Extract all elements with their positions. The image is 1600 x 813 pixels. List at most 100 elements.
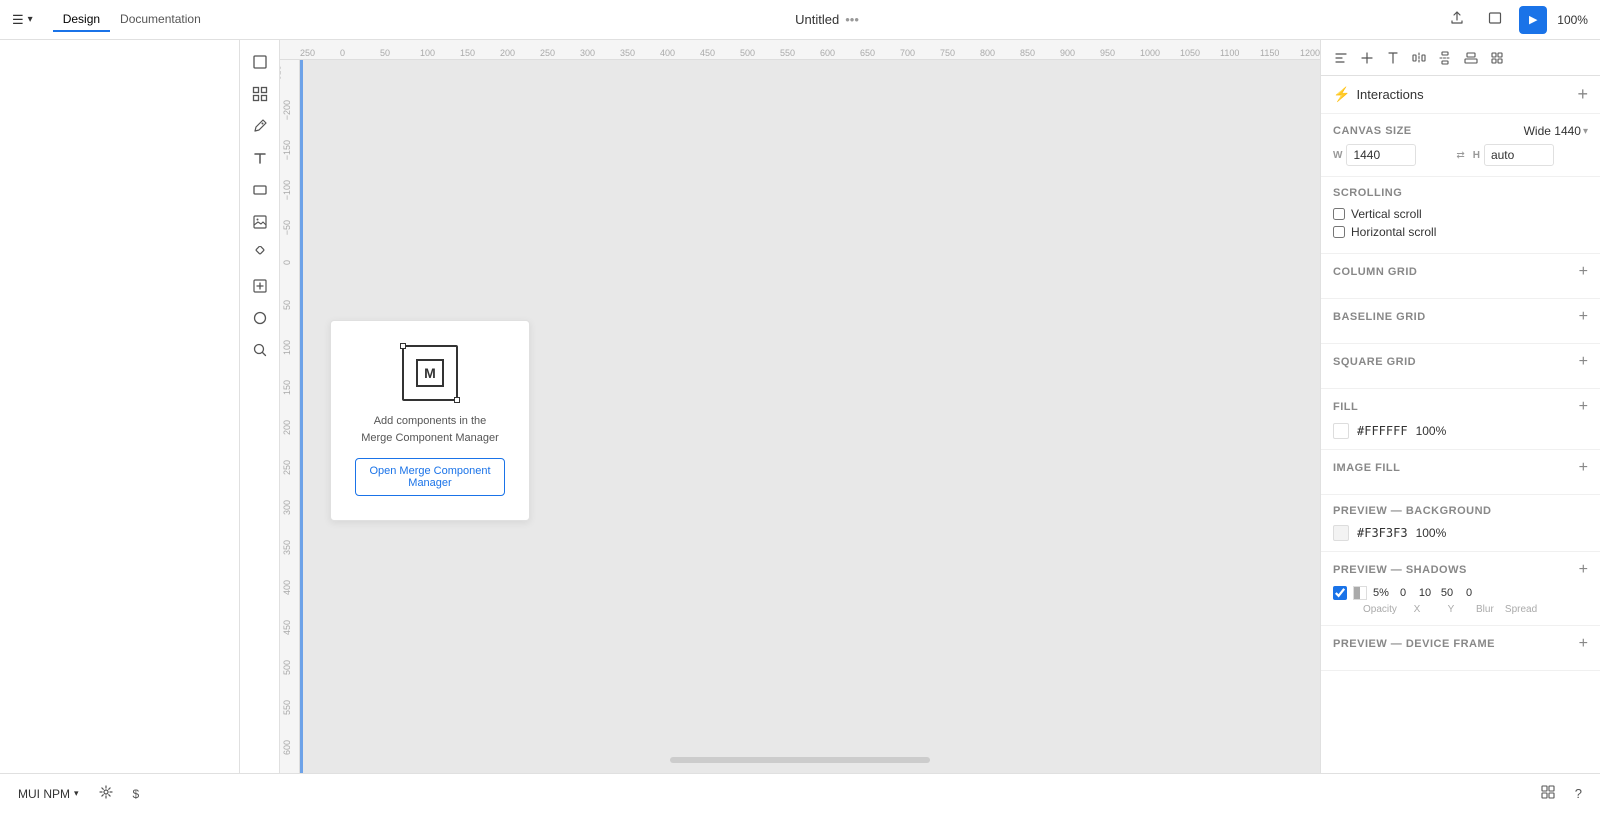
merge-letter: M bbox=[416, 359, 444, 387]
hamburger-icon: ☰ bbox=[12, 12, 24, 28]
ruler-numbers: 250 0 50 100 150 200 250 300 350 400 450… bbox=[300, 40, 1320, 60]
tool-image[interactable] bbox=[246, 208, 274, 236]
height-label: H bbox=[1473, 150, 1480, 161]
preview-device-frame-add-button[interactable]: + bbox=[1579, 636, 1588, 652]
align-top-icon[interactable] bbox=[1381, 46, 1405, 70]
shadow-spread: 0 bbox=[1461, 587, 1477, 599]
preview-shadows-add-button[interactable]: + bbox=[1579, 562, 1588, 578]
play-icon: ▶ bbox=[1529, 13, 1537, 26]
tool-pen[interactable] bbox=[246, 112, 274, 140]
spread-sublabel: Spread bbox=[1505, 604, 1537, 615]
tool-add[interactable] bbox=[246, 272, 274, 300]
export-button[interactable] bbox=[1443, 6, 1471, 34]
canvas-size-section: CANVAS SIZE Wide 1440 ▾ W ⇄ H bbox=[1321, 114, 1600, 177]
add-icon[interactable] bbox=[1355, 46, 1379, 70]
preview-bg-value-row: #F3F3F3 100% bbox=[1333, 525, 1588, 541]
tool-text[interactable] bbox=[246, 144, 274, 172]
column-grid-add-button[interactable]: + bbox=[1579, 264, 1588, 280]
device-preview-button[interactable] bbox=[1481, 6, 1509, 34]
open-merge-manager-button[interactable]: Open Merge Component Manager bbox=[355, 458, 505, 496]
baseline-grid-header: BASELINE GRID + bbox=[1333, 309, 1588, 325]
settings-button[interactable] bbox=[93, 781, 119, 806]
horizontal-scroll-checkbox[interactable] bbox=[1333, 226, 1345, 238]
tool-circle[interactable] bbox=[246, 304, 274, 332]
fill-opacity-value[interactable]: 100% bbox=[1416, 424, 1447, 438]
grid-view-button[interactable] bbox=[1535, 781, 1561, 806]
nav-tabs: Design Documentation bbox=[53, 8, 211, 32]
device-icon bbox=[1488, 11, 1502, 28]
grid-icon bbox=[1541, 785, 1555, 802]
preview-bg-swatch[interactable] bbox=[1333, 525, 1349, 541]
column-grid-section: COLUMN GRID + bbox=[1321, 254, 1600, 299]
topbar-center: Untitled ••• bbox=[795, 12, 859, 27]
preview-shadows-header: PREVIEW — SHADOWS + bbox=[1333, 562, 1588, 578]
fill-color-swatch[interactable] bbox=[1333, 423, 1349, 439]
distribute-h-icon[interactable] bbox=[1407, 46, 1431, 70]
distribute-v-icon[interactable] bbox=[1433, 46, 1457, 70]
horizontal-scrollbar[interactable] bbox=[670, 757, 930, 763]
square-grid-section: SQUARE GRID + bbox=[1321, 344, 1600, 389]
dropdown-arrow: ▾ bbox=[28, 14, 33, 25]
width-label: W bbox=[1333, 150, 1342, 161]
align-right-icon[interactable] bbox=[1485, 46, 1509, 70]
topbar-right: ▶ 100% bbox=[1443, 6, 1588, 34]
image-fill-label: IMAGE FILL bbox=[1333, 462, 1400, 474]
width-input[interactable] bbox=[1346, 144, 1416, 166]
swap-icon[interactable]: ⇄ bbox=[1456, 150, 1464, 161]
fill-label: FILL bbox=[1333, 401, 1358, 413]
left-sidebar bbox=[0, 40, 240, 773]
tool-component[interactable] bbox=[246, 240, 274, 268]
horizontal-scroll-row[interactable]: Horizontal scroll bbox=[1333, 225, 1588, 239]
align-left-icon[interactable] bbox=[1329, 46, 1353, 70]
mui-npm-label: MUI NPM bbox=[18, 787, 70, 801]
shadow-x: 0 bbox=[1395, 587, 1411, 599]
help-button[interactable]: ? bbox=[1569, 782, 1588, 805]
canvas-height-field: H bbox=[1473, 144, 1588, 166]
fill-section: FILL + #FFFFFF 100% bbox=[1321, 389, 1600, 450]
dollar-button[interactable]: $ bbox=[127, 783, 146, 805]
image-fill-add-button[interactable]: + bbox=[1579, 460, 1588, 476]
settings-icon bbox=[99, 785, 113, 802]
topbar: ☰ ▾ Design Documentation Untitled ••• ▶ … bbox=[0, 0, 1600, 40]
canvas-size-select[interactable]: Wide 1440 ▾ bbox=[1524, 124, 1588, 138]
preview-bg-opacity[interactable]: 100% bbox=[1416, 526, 1447, 540]
height-input[interactable] bbox=[1484, 144, 1554, 166]
tab-documentation[interactable]: Documentation bbox=[110, 8, 211, 32]
tool-rectangle[interactable] bbox=[246, 176, 274, 204]
interactions-add-button[interactable]: + bbox=[1577, 84, 1588, 105]
align-center-v-icon[interactable] bbox=[1459, 46, 1483, 70]
interactions-section: ⚡ Interactions + bbox=[1321, 76, 1600, 114]
fill-hex-value[interactable]: #FFFFFF bbox=[1357, 424, 1408, 438]
opacity-sublabel: Opacity bbox=[1363, 604, 1397, 615]
menu-button[interactable]: ☰ ▾ bbox=[12, 12, 33, 28]
preview-bg-hex[interactable]: #F3F3F3 bbox=[1357, 526, 1408, 540]
fill-header: FILL + bbox=[1333, 399, 1588, 415]
vertical-scroll-checkbox[interactable] bbox=[1333, 208, 1345, 220]
fill-add-button[interactable]: + bbox=[1579, 399, 1588, 415]
y-sublabel: Y bbox=[1437, 604, 1465, 615]
image-fill-section: IMAGE FILL + bbox=[1321, 450, 1600, 495]
shadow-opacity: 5% bbox=[1373, 587, 1389, 599]
topbar-left: ☰ ▾ Design Documentation bbox=[12, 8, 211, 32]
x-sublabel: X bbox=[1403, 604, 1431, 615]
file-menu-icon[interactable]: ••• bbox=[845, 12, 859, 27]
empty-state-description: Add components in the Merge Component Ma… bbox=[361, 413, 499, 446]
tool-select[interactable] bbox=[246, 80, 274, 108]
mui-npm-button[interactable]: MUI NPM ▾ bbox=[12, 783, 85, 805]
fill-value-row: #FFFFFF 100% bbox=[1333, 423, 1588, 439]
tool-search[interactable] bbox=[246, 336, 274, 364]
shadow-enabled-checkbox[interactable] bbox=[1333, 586, 1347, 600]
tab-design[interactable]: Design bbox=[53, 8, 110, 32]
bolt-icon: ⚡ bbox=[1333, 86, 1350, 103]
vertical-scroll-row[interactable]: Vertical scroll bbox=[1333, 207, 1588, 221]
square-grid-label: SQUARE GRID bbox=[1333, 356, 1416, 368]
tool-frame[interactable] bbox=[246, 48, 274, 76]
baseline-grid-add-button[interactable]: + bbox=[1579, 309, 1588, 325]
square-grid-add-button[interactable]: + bbox=[1579, 354, 1588, 370]
play-button[interactable]: ▶ bbox=[1519, 6, 1547, 34]
canvas-area[interactable]: 250 0 50 100 150 200 250 300 350 400 450… bbox=[280, 40, 1320, 773]
scrolling-section: SCROLLING Vertical scroll Horizontal scr… bbox=[1321, 177, 1600, 254]
preview-device-frame-header: PREVIEW — DEVICE FRAME + bbox=[1333, 636, 1588, 652]
image-fill-header: IMAGE FILL + bbox=[1333, 460, 1588, 476]
zoom-level[interactable]: 100% bbox=[1557, 13, 1588, 27]
